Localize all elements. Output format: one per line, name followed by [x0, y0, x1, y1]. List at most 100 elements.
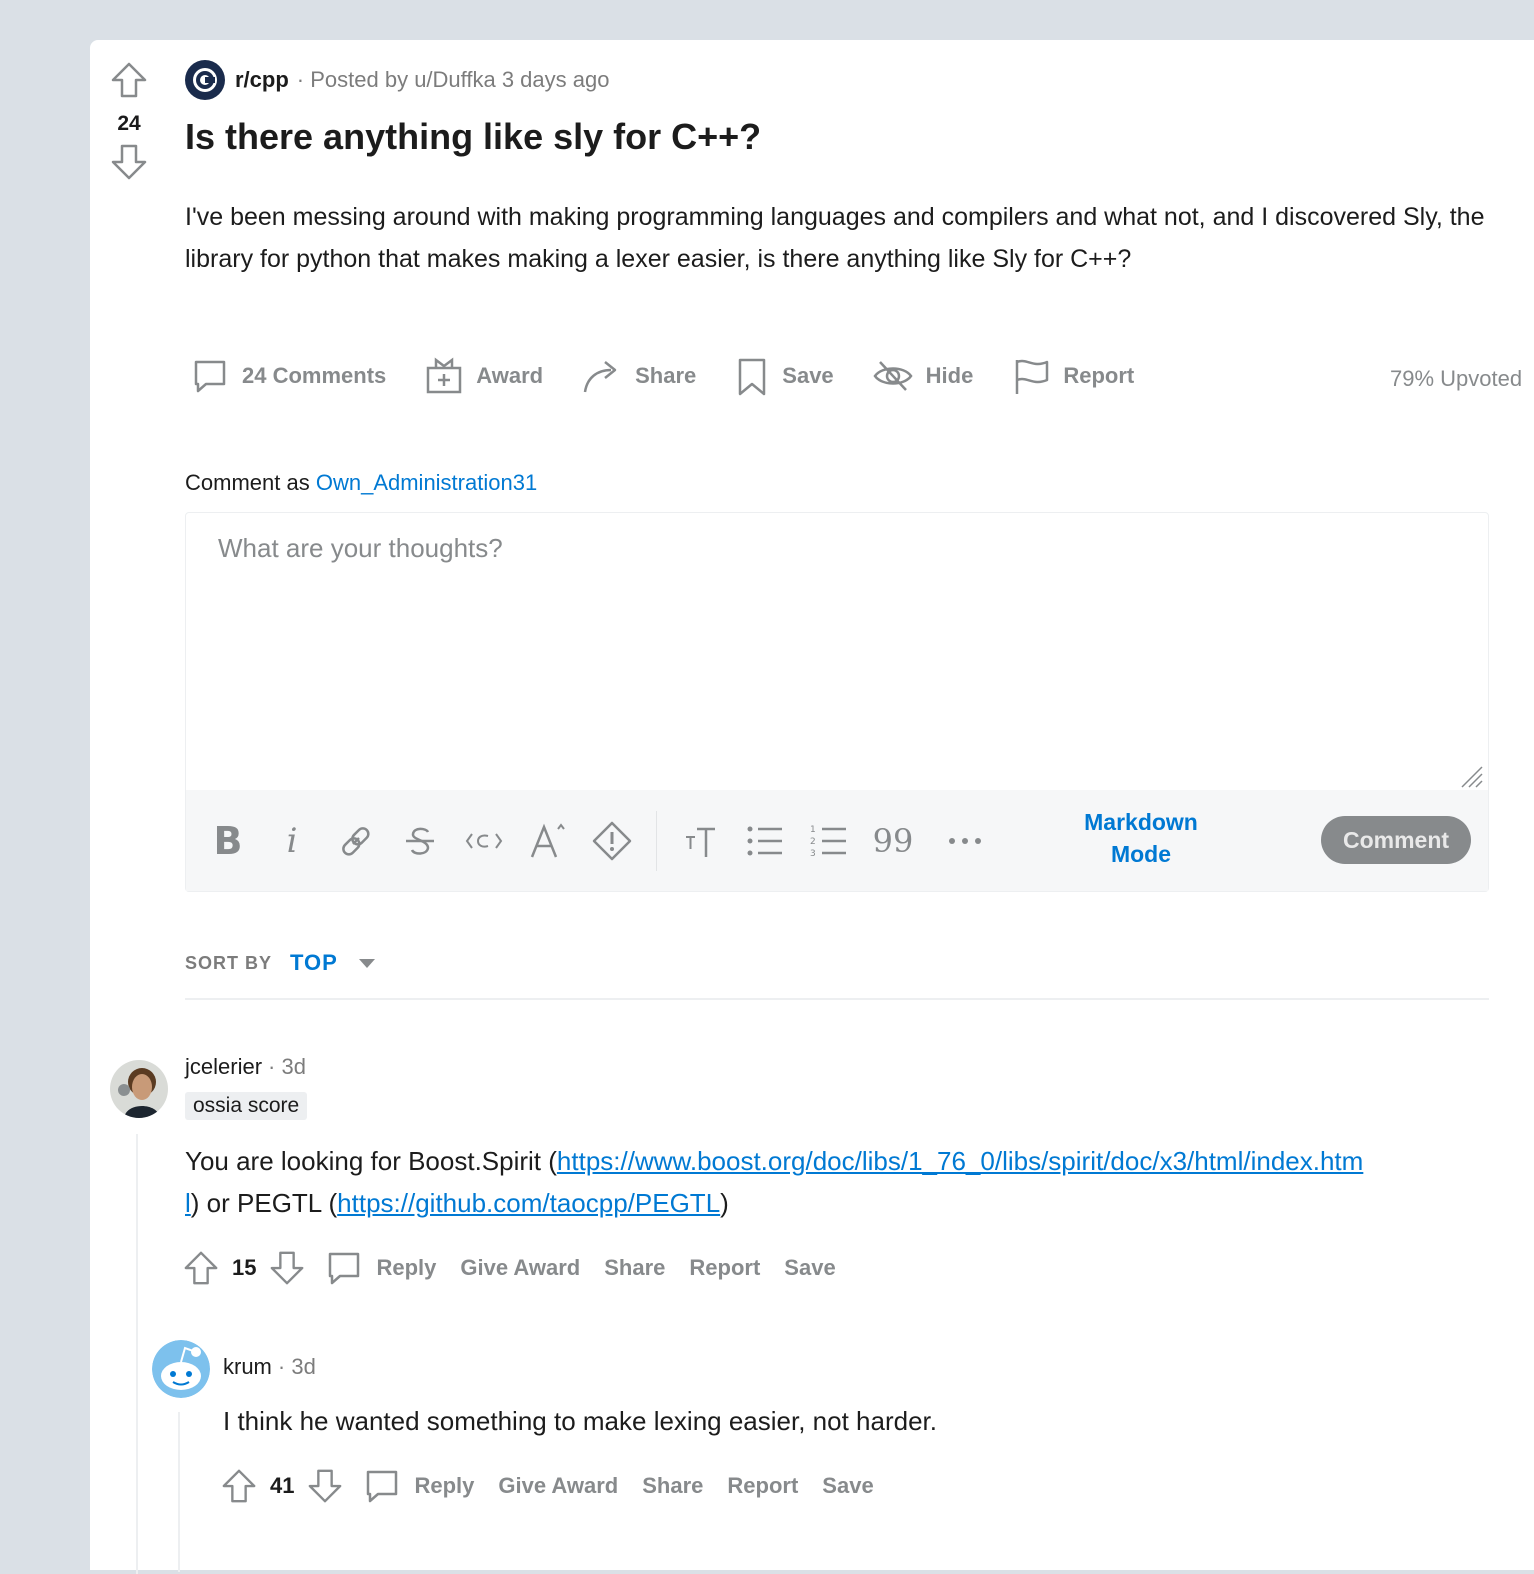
share-icon — [583, 361, 617, 393]
sort-control[interactable]: SORT BY TOP — [185, 950, 376, 976]
comment-header: krum · 3d — [223, 1354, 316, 1380]
post-vote-column: 24 — [108, 60, 150, 186]
heading-icon[interactable] — [669, 811, 733, 871]
gift-icon — [427, 357, 462, 394]
downvote-icon[interactable] — [306, 1466, 344, 1506]
comment-author[interactable]: krum — [223, 1354, 272, 1380]
share-label: Share — [635, 363, 697, 388]
reply-button[interactable]: Reply — [306, 1248, 460, 1288]
thread-line[interactable] — [136, 1134, 138, 1574]
save-button[interactable]: Save — [784, 1255, 835, 1281]
report-button[interactable]: Report — [689, 1255, 760, 1281]
hide-eye-icon — [873, 361, 913, 391]
comment-icon — [367, 1470, 398, 1503]
upvote-icon[interactable] — [220, 1466, 258, 1506]
spoiler-icon[interactable] — [580, 811, 644, 871]
inline-code-icon[interactable] — [452, 811, 516, 871]
comment-body: You are looking for Boost.Spirit ( https:… — [185, 1140, 1365, 1224]
comment-time: · 3d — [277, 1354, 316, 1379]
comment-time: · 3d — [268, 1054, 306, 1079]
reply-label: Reply — [376, 1255, 437, 1280]
comment-as: Comment as Own_Administration31 — [185, 470, 537, 496]
comment-text: ) — [720, 1188, 729, 1218]
svg-text:2: 2 — [810, 837, 816, 847]
avatar[interactable] — [110, 1060, 168, 1118]
post-card: 24 r/cpp · Posted by u/Duffka 3 days ago… — [90, 40, 1534, 1574]
share-button[interactable]: Share — [581, 356, 696, 396]
award-label: Award — [476, 363, 544, 388]
post-action-bar: 24 Comments Award Share Save Hide Report — [190, 356, 1172, 396]
editor-toolbar: B i 1 2 3 99 Markdown Mode Comment — [186, 790, 1488, 891]
post-score: 24 — [117, 112, 141, 135]
comment-as-label: Comment as — [185, 470, 310, 495]
comment-header: jcelerier · 3d — [185, 1054, 306, 1080]
comment-editor: B i 1 2 3 — [185, 512, 1489, 892]
strikethrough-icon[interactable] — [388, 811, 452, 871]
thread-line[interactable] — [178, 1412, 180, 1572]
post-title: Is there anything like sly for C++? — [185, 116, 762, 157]
comment-text: You are looking for Boost.Spirit ( — [185, 1146, 557, 1176]
comment-action-bar: 15 Reply Give Award Share Report Save — [182, 1248, 860, 1288]
submit-comment-button[interactable]: Comment — [1321, 816, 1471, 864]
subreddit-icon[interactable] — [185, 60, 225, 100]
reply-button[interactable]: Reply — [344, 1466, 498, 1506]
comments-button[interactable]: 24 Comments — [190, 356, 386, 396]
save-label: Save — [782, 363, 834, 388]
save-button[interactable]: Save — [734, 356, 834, 396]
resize-grip-icon[interactable] — [1458, 763, 1484, 789]
comment-textarea[interactable] — [186, 513, 1488, 789]
bulleted-list-icon[interactable] — [733, 811, 797, 871]
sort-label: SORT BY — [185, 952, 273, 973]
comments-label: 24 Comments — [242, 363, 387, 388]
bookmark-icon — [739, 358, 766, 396]
svg-text:1: 1 — [810, 825, 816, 835]
upvote-icon[interactable] — [182, 1248, 220, 1288]
avatar[interactable] — [152, 1340, 210, 1398]
comment-icon — [329, 1252, 360, 1285]
comment-text: ) or PEGTL ( — [190, 1188, 338, 1218]
subreddit-link[interactable]: r/cpp — [235, 67, 289, 93]
superscript-icon[interactable] — [516, 811, 580, 871]
comment-score: 15 — [232, 1255, 257, 1280]
more-options-icon[interactable] — [933, 811, 997, 871]
italic-icon[interactable]: i — [260, 811, 324, 871]
quote-block-icon[interactable]: 99 — [861, 811, 925, 871]
reply-label: Reply — [414, 1473, 475, 1498]
post-body: I've been messing around with making pro… — [185, 203, 1485, 273]
comment-author[interactable]: jcelerier — [185, 1054, 262, 1080]
give-award-button[interactable]: Give Award — [460, 1255, 580, 1281]
save-button[interactable]: Save — [822, 1473, 873, 1499]
upvote-icon[interactable] — [109, 60, 149, 100]
award-button[interactable]: Award — [424, 356, 543, 396]
report-button[interactable]: Report — [1011, 356, 1134, 396]
bold-icon[interactable]: B — [196, 811, 260, 871]
share-button[interactable]: Share — [642, 1473, 703, 1499]
comment-icon — [194, 360, 226, 393]
report-label: Report — [1063, 363, 1135, 388]
report-button[interactable]: Report — [727, 1473, 798, 1499]
give-award-button[interactable]: Give Award — [498, 1473, 618, 1499]
link-icon[interactable] — [324, 811, 388, 871]
downvote-icon[interactable] — [268, 1248, 306, 1288]
flag-icon — [1016, 359, 1049, 394]
downvote-icon[interactable] — [109, 142, 149, 182]
upvoted-ratio: 79% Upvoted — [1390, 366, 1523, 391]
sort-value[interactable]: TOP — [290, 950, 338, 976]
username-link[interactable]: Own_Administration31 — [316, 470, 537, 495]
hide-label: Hide — [925, 363, 974, 388]
markdown-mode-button[interactable]: Markdown Mode — [1061, 806, 1221, 870]
comment-action-bar: 41 Reply Give Award Share Report Save — [220, 1466, 898, 1506]
posted-by: · Posted by u/Duffka 3 days ago — [296, 67, 610, 92]
hide-button[interactable]: Hide — [872, 356, 974, 396]
toolbar-divider — [656, 810, 657, 871]
comment-link[interactable]: https://github.com/taocpp/PEGTL — [337, 1188, 720, 1218]
user-flair: ossia score — [185, 1092, 308, 1120]
post-meta: r/cpp · Posted by u/Duffka 3 days ago — [185, 60, 609, 100]
caret-down-icon[interactable] — [358, 957, 376, 969]
svg-text:3: 3 — [810, 849, 816, 859]
comment-score: 41 — [270, 1473, 295, 1498]
numbered-list-icon[interactable]: 1 2 3 — [797, 811, 861, 871]
sort-divider — [185, 998, 1489, 1000]
comment-body: I think he wanted something to make lexi… — [223, 1406, 937, 1436]
share-button[interactable]: Share — [604, 1255, 665, 1281]
